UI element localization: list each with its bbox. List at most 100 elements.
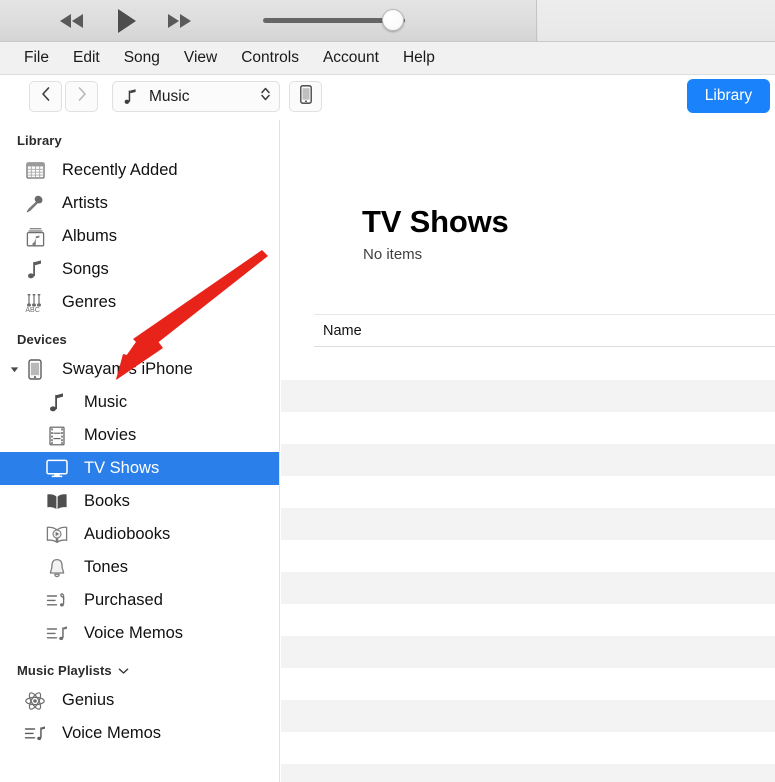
sidebar-item-label: Movies <box>84 426 137 444</box>
album-art-icon <box>22 227 48 247</box>
sidebar-item-device-movies[interactable]: Movies <box>0 419 279 452</box>
sidebar-section-music-playlists-title: Music Playlists <box>17 663 112 678</box>
sidebar-item-swayams-iphone[interactable]: Swayam’s iPhone <box>0 353 279 386</box>
table-row[interactable] <box>281 604 775 636</box>
sidebar-item-device-music[interactable]: Music <box>0 386 279 419</box>
sidebar-item-label: Swayam’s iPhone <box>62 360 193 378</box>
table-row[interactable] <box>281 572 775 604</box>
sidebar-section-devices: Devices <box>0 319 279 353</box>
sidebar-item-playlist-voice-memos[interactable]: Voice Memos <box>0 717 279 750</box>
sidebar-item-label: Music <box>84 393 128 411</box>
film-strip-icon <box>44 426 70 446</box>
music-note-icon <box>123 88 139 105</box>
menu-bar: File Edit Song View Controls Account Hel… <box>0 42 775 75</box>
menu-item-controls[interactable]: Controls <box>229 47 311 70</box>
table-row[interactable] <box>281 700 775 732</box>
genius-atom-icon <box>22 690 48 712</box>
up-down-chevron-icon <box>260 85 271 108</box>
sidebar-item-artists[interactable]: Artists <box>0 187 279 220</box>
menu-item-file[interactable]: File <box>12 47 61 70</box>
svg-text:ABC: ABC <box>25 307 39 313</box>
table-row[interactable] <box>281 476 775 508</box>
table-row[interactable] <box>281 380 775 412</box>
iphone-icon <box>22 359 48 380</box>
audiobook-icon <box>44 526 70 543</box>
sidebar-section-devices-title: Devices <box>17 332 67 347</box>
sidebar-item-device-tones[interactable]: Tones <box>0 551 279 584</box>
sidebar-item-label: Tones <box>84 558 129 576</box>
chevron-left-icon <box>40 86 52 107</box>
volume-knob[interactable] <box>382 9 404 31</box>
sidebar: Library Recently Added Artists Albums So… <box>0 120 280 782</box>
bell-icon <box>44 558 70 578</box>
menu-item-song[interactable]: Song <box>112 47 172 70</box>
table-row[interactable] <box>281 444 775 476</box>
menu-item-account[interactable]: Account <box>311 47 391 70</box>
open-book-icon <box>44 493 70 510</box>
playlist-note-icon <box>44 625 70 643</box>
sidebar-item-songs[interactable]: Songs <box>0 253 279 286</box>
sidebar-item-device-tv-shows[interactable]: TV Shows <box>0 452 279 485</box>
table-row[interactable] <box>281 732 775 764</box>
device-button[interactable] <box>289 81 322 112</box>
sidebar-item-label: Genius <box>62 691 115 709</box>
sidebar-item-label: TV Shows <box>84 459 160 477</box>
source-select-value: Music <box>149 87 190 105</box>
content-area: TV Shows No items Name <box>281 120 775 782</box>
fast-forward-icon[interactable] <box>163 8 195 34</box>
rewind-icon[interactable] <box>56 8 88 34</box>
menu-item-help[interactable]: Help <box>391 47 447 70</box>
page-subtitle: No items <box>363 246 423 263</box>
sidebar-item-label: Voice Memos <box>84 624 184 642</box>
sidebar-item-label: Audiobooks <box>84 525 171 543</box>
table-row[interactable] <box>281 636 775 668</box>
forward-button[interactable] <box>65 81 98 112</box>
purchased-list-icon <box>44 592 70 610</box>
tv-monitor-icon <box>44 459 70 478</box>
sidebar-section-library-title: Library <box>17 133 62 148</box>
sidebar-item-label: Books <box>84 492 130 510</box>
sidebar-item-device-purchased[interactable]: Purchased <box>0 584 279 617</box>
back-button[interactable] <box>29 81 62 112</box>
chevron-down-icon[interactable] <box>118 667 129 675</box>
sidebar-item-device-books[interactable]: Books <box>0 485 279 518</box>
sidebar-item-label: Artists <box>62 194 108 212</box>
sidebar-item-label: Purchased <box>84 591 163 609</box>
table-row[interactable] <box>281 348 775 380</box>
player-status-area <box>538 0 775 41</box>
sidebar-item-recently-added[interactable]: Recently Added <box>0 154 279 187</box>
sidebar-section-music-playlists[interactable]: Music Playlists <box>0 650 279 684</box>
table-row[interactable] <box>281 668 775 700</box>
music-note-icon <box>22 259 48 280</box>
sidebar-item-label: Voice Memos <box>62 724 162 742</box>
sidebar-item-albums[interactable]: Albums <box>0 220 279 253</box>
triangle-down-icon[interactable] <box>6 365 22 374</box>
table-row[interactable] <box>281 508 775 540</box>
music-note-icon <box>44 392 70 413</box>
source-select[interactable]: Music <box>112 81 280 112</box>
menu-item-edit[interactable]: Edit <box>61 47 112 70</box>
playlist-note-icon <box>22 725 48 743</box>
sidebar-item-label: Genres <box>62 293 117 311</box>
sidebar-item-genres[interactable]: ABC Genres <box>0 286 279 319</box>
sidebar-item-label: Recently Added <box>62 161 178 179</box>
menu-item-view[interactable]: View <box>172 47 229 70</box>
instruments-abc-icon: ABC <box>22 293 48 313</box>
column-header-name[interactable]: Name <box>323 323 362 339</box>
sidebar-section-library: Library <box>0 120 279 154</box>
sidebar-item-device-audiobooks[interactable]: Audiobooks <box>0 518 279 551</box>
sidebar-item-device-voice-memos[interactable]: Voice Memos <box>0 617 279 650</box>
player-bar <box>0 0 775 42</box>
sidebar-item-genius[interactable]: Genius <box>0 684 279 717</box>
play-icon[interactable] <box>110 5 142 37</box>
table-row[interactable] <box>281 540 775 572</box>
table-body <box>281 348 775 782</box>
iphone-icon <box>299 84 312 109</box>
sidebar-item-label: Songs <box>62 260 109 278</box>
volume-slider[interactable] <box>263 5 413 37</box>
table-row[interactable] <box>281 764 775 782</box>
table-row[interactable] <box>281 412 775 444</box>
page-title: TV Shows <box>362 204 509 239</box>
library-button[interactable]: Library <box>687 79 770 113</box>
itunes-window: File Edit Song View Controls Account Hel… <box>0 0 775 782</box>
